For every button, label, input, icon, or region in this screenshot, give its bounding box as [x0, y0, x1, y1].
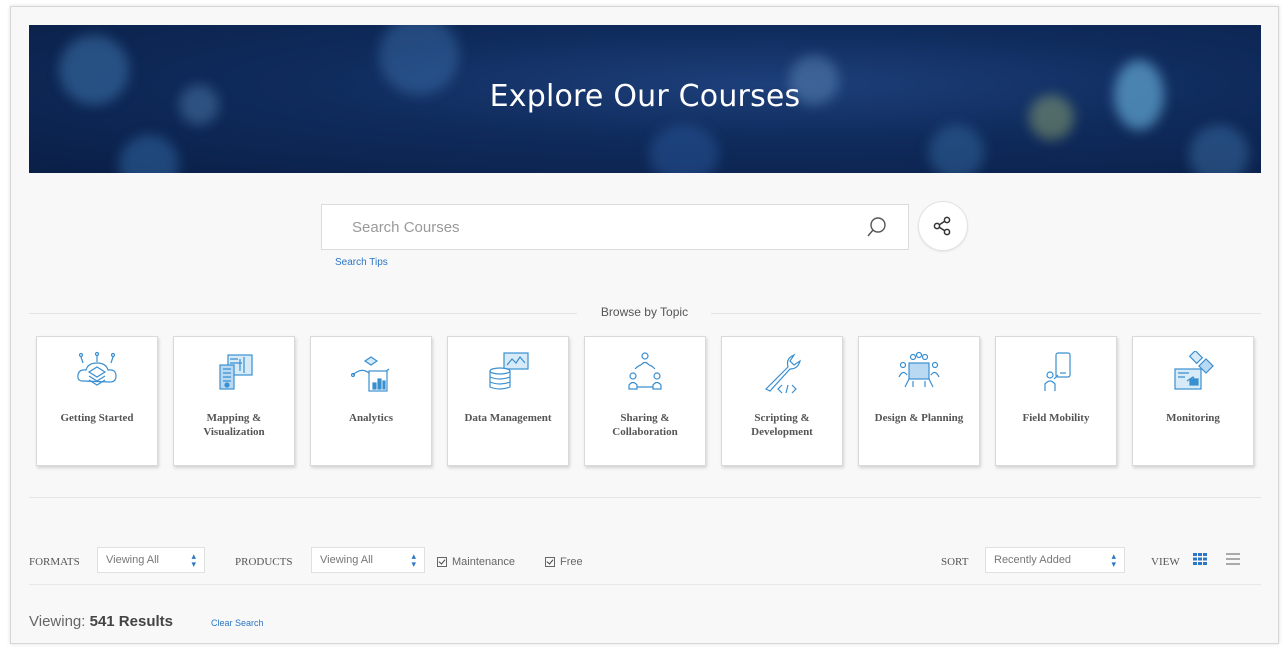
topic-label: Field Mobility: [1022, 412, 1090, 424]
clear-search-link[interactable]: Clear Search: [211, 618, 264, 628]
topic-label: Getting Started: [60, 412, 134, 424]
topic-card-getting-started[interactable]: Getting Started: [36, 336, 158, 466]
page-title: Explore Our Courses: [489, 79, 801, 114]
filter-bar: FORMATS Viewing All ▴ ▾ PRODUCTS Viewing …: [11, 547, 1278, 577]
share-button[interactable]: [918, 201, 968, 251]
results-summary: Viewing: 541 Results: [29, 613, 173, 630]
search-bar: [321, 204, 909, 250]
satellite-icon: [1174, 351, 1214, 390]
topic-label: Analytics: [349, 412, 393, 424]
topic-cards: Getting Started Mapping & Visualization: [36, 336, 1268, 470]
search-input[interactable]: [322, 205, 852, 249]
hero-banner: Explore Our Courses: [29, 25, 1261, 173]
checkbox-checked-icon: [437, 557, 447, 568]
topic-card-monitoring[interactable]: Monitoring: [1132, 336, 1254, 466]
topic-card-field-mobility[interactable]: Field Mobility: [995, 336, 1117, 466]
course-catalog-page: Explore Our Courses Search Tips Browse b…: [10, 6, 1279, 644]
topic-card-scripting-development[interactable]: Scripting & Development: [721, 336, 843, 466]
view-label: VIEW: [1151, 556, 1180, 568]
sharing-icon: [628, 352, 662, 390]
divider: [29, 584, 1261, 585]
design-icon: [898, 351, 940, 388]
results-prefix: Viewing:: [29, 613, 86, 630]
formats-label: FORMATS: [29, 556, 80, 568]
list-view-icon[interactable]: [1226, 553, 1240, 568]
select-arrows-icon: ▴ ▾: [191, 551, 196, 569]
maintenance-checkbox[interactable]: Maintenance: [437, 556, 515, 568]
getting-started-icon: [77, 351, 117, 386]
sort-value: Recently Added: [994, 554, 1072, 566]
topic-card-sharing-collaboration[interactable]: Sharing & Collaboration: [584, 336, 706, 466]
topic-label: Design & Planning: [874, 412, 964, 424]
topic-label: Monitoring: [1166, 412, 1220, 424]
products-label: PRODUCTS: [235, 556, 293, 568]
sort-label: SORT: [941, 556, 969, 568]
data-management-icon: [489, 352, 529, 390]
browse-by-topic-heading: Browse by Topic: [600, 305, 689, 319]
search-icon[interactable]: [866, 216, 888, 238]
products-select[interactable]: Viewing All ▴ ▾: [311, 547, 425, 573]
topic-label: Sharing & Collaboration: [612, 412, 678, 438]
topic-card-mapping-visualization[interactable]: Mapping & Visualization: [173, 336, 295, 466]
checkbox-checked-icon: [545, 557, 555, 568]
analytics-icon: [350, 356, 390, 392]
topic-card-design-planning[interactable]: Design & Planning: [858, 336, 980, 466]
mapping-icon: [219, 354, 253, 390]
topic-card-analytics[interactable]: Analytics: [310, 336, 432, 466]
select-arrows-icon: ▴ ▾: [411, 551, 416, 569]
share-icon: [933, 216, 951, 236]
products-value: Viewing All: [320, 554, 373, 566]
topic-card-data-management[interactable]: Data Management: [447, 336, 569, 466]
topic-label: Scripting & Development: [751, 412, 813, 438]
topic-label: Data Management: [464, 412, 552, 424]
grid-view-icon[interactable]: [1193, 553, 1207, 568]
free-label: Free: [560, 556, 583, 568]
search-tips-link[interactable]: Search Tips: [335, 257, 388, 268]
formats-value: Viewing All: [106, 554, 159, 566]
formats-select[interactable]: Viewing All ▴ ▾: [97, 547, 205, 573]
divider: [29, 497, 1261, 498]
sort-select[interactable]: Recently Added ▴ ▾: [985, 547, 1125, 573]
free-checkbox[interactable]: Free: [545, 556, 583, 568]
select-arrows-icon: ▴ ▾: [1111, 551, 1116, 569]
maintenance-label: Maintenance: [452, 556, 515, 568]
field-mobility-icon: [1044, 352, 1071, 391]
scripting-icon: [764, 353, 801, 394]
topic-label: Mapping & Visualization: [203, 412, 265, 438]
results-count: 541 Results: [89, 613, 173, 630]
